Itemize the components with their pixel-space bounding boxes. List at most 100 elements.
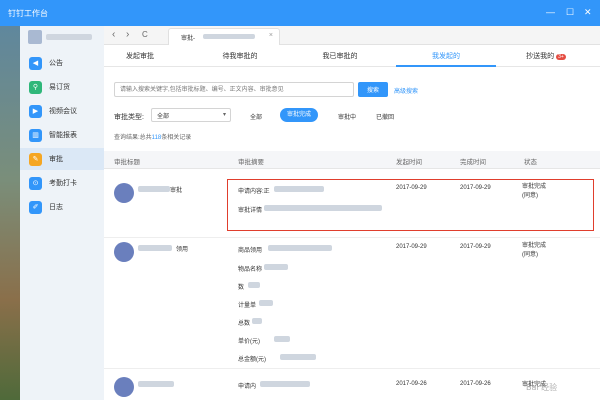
result-prefix: 查询结果:总共: [114, 135, 152, 141]
sidebar-item-4[interactable]: ✎ 审批: [20, 148, 104, 170]
filter-all[interactable]: 全部: [250, 112, 262, 121]
refresh-button[interactable]: C: [142, 30, 148, 39]
sidebar-item-5[interactable]: ⊙ 考勤打卡: [20, 172, 104, 194]
sidebar-item-0[interactable]: ◀ 公告: [20, 52, 104, 74]
chevron-down-icon: ▾: [222, 112, 226, 118]
table-row[interactable]: 领用 商品领用 物品名称 数 计量单 总数 单价(元) 总金额(元) 2017-…: [104, 238, 600, 369]
notification-badge: 3+: [556, 54, 566, 60]
tab-pending-approval[interactable]: 待我审批的: [200, 51, 280, 61]
type-select[interactable]: 全部 ▾: [151, 108, 231, 122]
tab-initiated[interactable]: 我发起的: [406, 51, 486, 61]
sidebar-item-3[interactable]: ▥ 智能报表: [20, 124, 104, 146]
active-tab-indicator: [396, 65, 496, 67]
filter-completed[interactable]: 审批完成: [280, 108, 319, 122]
org-logo: [28, 30, 42, 44]
summary-blurred: [280, 354, 316, 360]
summary-blurred: [274, 336, 290, 342]
sidebar-item-2[interactable]: ▶ 视频会议: [20, 100, 104, 122]
close-icon[interactable]: ✕: [584, 7, 592, 18]
org-name-blurred: [46, 34, 92, 40]
title-bar: 钉钉工作台 — ☐ ✕: [0, 0, 600, 26]
row-title: 领用: [176, 247, 189, 253]
title-blurred: [138, 381, 174, 387]
browser-navbar: ‹ › C 审批- ×: [104, 26, 600, 45]
minimize-icon[interactable]: —: [546, 7, 555, 17]
end-time: 2017-09-26: [460, 381, 491, 387]
approval-icon: ✎: [29, 152, 42, 166]
avatar: [114, 183, 134, 203]
result-suffix: 条相关记录: [161, 135, 192, 141]
shop-icon: ⚲: [29, 80, 42, 94]
filter-withdrawn[interactable]: 已撤回: [376, 112, 394, 121]
result-count: 查询结果:总共118条相关记录: [114, 132, 191, 141]
summary-line: 总数: [238, 321, 251, 327]
table-header: 审批标题 审批摘要 发起时间 完成时间 状态: [104, 151, 600, 169]
sidebar-item-label: 考勤打卡: [49, 180, 77, 187]
col-status: 状态: [524, 159, 537, 166]
col-end-time: 完成时间: [460, 159, 486, 166]
summary-line: 数: [238, 285, 245, 291]
summary-blurred: [259, 300, 273, 306]
main-panel: ‹ › C 审批- × 发起审批 待我审批的 我已审批的 我发起的 抄送我的 3+…: [104, 26, 600, 400]
col-title: 审批标题: [114, 159, 140, 166]
sidebar-item-6[interactable]: ✐ 日志: [20, 196, 104, 218]
sidebar-item-label: 视频会议: [49, 108, 77, 115]
type-select-value: 全部: [157, 114, 170, 120]
end-time: 2017-09-29: [460, 244, 491, 250]
status-badge: 审批完成 (同意): [522, 242, 546, 260]
location-icon: ⊙: [29, 176, 42, 190]
start-time: 2017-09-26: [396, 381, 427, 387]
result-number: 118: [151, 135, 162, 141]
summary-blurred: [268, 245, 332, 251]
title-blurred: [138, 245, 172, 251]
video-icon: ▶: [29, 104, 42, 118]
tab-title-blurred: [203, 34, 255, 39]
tab-approved[interactable]: 我已审批的: [300, 51, 380, 61]
log-icon: ✐: [29, 200, 42, 214]
tab-cc-label: 抄送我的: [526, 53, 555, 60]
start-time: 2017-09-29: [396, 244, 427, 250]
sidebar-item-label: 日志: [49, 204, 63, 211]
sidebar: ◀ 公告 ⚲ 易订货 ▶ 视频会议 ▥ 智能报表 ✎ 审批 ⊙ 考勤打卡 ✐ 日志: [20, 26, 104, 400]
search-button[interactable]: 搜索: [358, 82, 388, 97]
summary-line: 计量单: [238, 303, 257, 309]
tab-start-approval[interactable]: 发起审批: [100, 51, 180, 61]
row-title: 审批: [170, 188, 183, 194]
summary-blurred: [252, 318, 262, 324]
back-button[interactable]: ‹: [112, 29, 115, 40]
tab-close-icon[interactable]: ×: [269, 32, 273, 39]
summary-line: 物品名称: [238, 267, 263, 273]
type-label: 审批类型:: [114, 114, 144, 121]
col-summary: 审批摘要: [238, 159, 264, 166]
status-detail: (同意): [522, 252, 538, 258]
tab-title: 审批-: [181, 36, 195, 42]
col-start-time: 发起时间: [396, 159, 422, 166]
avatar: [114, 242, 134, 262]
summary-line: 总金额(元): [238, 357, 266, 363]
sidebar-item-1[interactable]: ⚲ 易订货: [20, 76, 104, 98]
summary-blurred: [260, 381, 310, 387]
search-input[interactable]: [114, 82, 354, 97]
advanced-search-link[interactable]: 高级搜索: [394, 86, 418, 95]
summary-blurred: [248, 282, 260, 288]
dingtalk-window: 钉钉工作台 — ☐ ✕ ◀ 公告 ⚲ 易订货 ▶ 视频会议 ▥ 智能报表 ✎ 审批 ⊙ 考勤打卡 ✐ 日志…: [0, 0, 600, 400]
browser-tab[interactable]: 审批- ×: [168, 28, 280, 45]
tab-cc-to-me[interactable]: 抄送我的 3+: [506, 51, 586, 61]
filter-in-progress[interactable]: 审批中: [338, 112, 356, 121]
approval-menu: 发起审批 待我审批的 我已审批的 我发起的 抄送我的 3+: [104, 44, 600, 67]
forward-button[interactable]: ›: [126, 29, 129, 40]
summary-blurred: [264, 264, 288, 270]
highlight-box: [227, 179, 594, 231]
watermark: Bai 经验: [526, 383, 558, 392]
avatar: [114, 377, 134, 397]
org-header[interactable]: [20, 26, 104, 48]
megaphone-icon: ◀: [29, 56, 42, 70]
app-title: 钉钉工作台: [8, 9, 48, 18]
sidebar-item-label: 公告: [49, 60, 63, 67]
summary-line: 单价(元): [238, 339, 260, 345]
chart-icon: ▥: [29, 128, 42, 142]
sidebar-item-label: 审批: [49, 156, 63, 163]
title-blurred: [138, 186, 170, 192]
maximize-icon[interactable]: ☐: [566, 7, 574, 18]
sidebar-item-label: 智能报表: [49, 132, 77, 139]
